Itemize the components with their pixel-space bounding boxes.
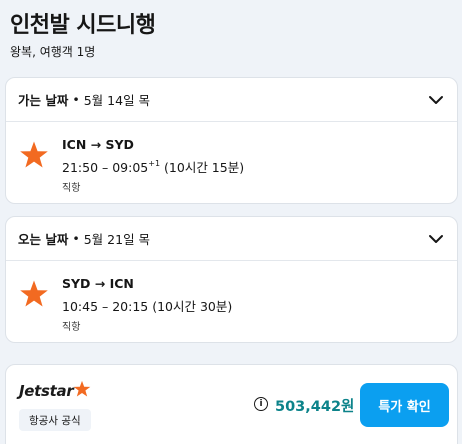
chevron-down-icon[interactable] [427, 91, 445, 109]
outbound-times: 21:50 – 09:05+1 (10시간 15분) [62, 157, 244, 176]
return-times: 10:45 – 20:15 (10시간 30분) [62, 299, 233, 314]
airline-logo-text: Jetstar [19, 382, 74, 400]
return-flight-card: 오는 날짜 • 5월 21일 목 SYD → ICN 10:45 – 20:15… [5, 216, 458, 343]
return-direction-label: 오는 날짜 [18, 232, 69, 247]
outbound-stops: 직항 [62, 183, 81, 194]
outbound-time-range: 21:50 – 09:05 [62, 160, 149, 175]
return-route: SYD → ICN [62, 276, 134, 291]
outbound-flight-card: 가는 날짜 • 5월 14일 목 ICN → SYD 21:50 – 09:05… [5, 77, 458, 204]
chevron-down-icon[interactable] [427, 230, 445, 248]
outbound-duration: (10시간 15분) [164, 160, 245, 175]
jetstar-star-icon [20, 141, 48, 168]
return-header[interactable]: 오는 날짜 • 5월 21일 목 [6, 217, 457, 261]
view-deal-button[interactable]: 특가 확인 [360, 383, 449, 427]
return-leg: SYD → ICN 10:45 – 20:15 (10시간 30분) 직항 [6, 261, 457, 342]
outbound-route: ICN → SYD [62, 137, 134, 152]
outbound-day-offset: +1 [148, 159, 161, 168]
outbound-header[interactable]: 가는 날짜 • 5월 14일 목 [6, 78, 457, 122]
official-airline-badge: 항공사 공식 [19, 409, 91, 431]
jetstar-logo: Jetstar [19, 380, 91, 400]
page-subtitle: 왕복, 여행객 1명 [10, 45, 96, 59]
outbound-date: 5월 14일 목 [83, 93, 151, 108]
jetstar-star-icon [74, 380, 91, 397]
jetstar-star-icon [20, 280, 48, 307]
offer-card: Jetstar 항공사 공식 i 503,442원 특가 확인 [5, 364, 458, 444]
outbound-direction-label: 가는 날짜 [18, 93, 69, 108]
info-icon[interactable]: i [254, 397, 268, 411]
return-stops: 직항 [62, 322, 81, 333]
return-separator: • [72, 231, 80, 246]
price: 503,442원 [275, 399, 355, 415]
page-title: 인천발 시드니행 [10, 13, 156, 38]
outbound-leg: ICN → SYD 21:50 – 09:05+1 (10시간 15분) 직항 [6, 122, 457, 203]
return-date: 5월 21일 목 [83, 232, 151, 247]
outbound-separator: • [72, 92, 80, 107]
